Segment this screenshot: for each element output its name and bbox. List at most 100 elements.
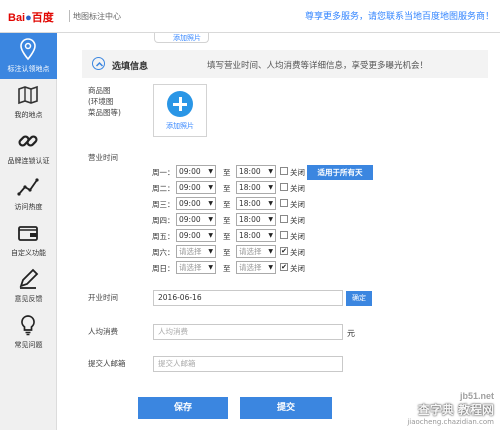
watermark: jb51.net 查字典 教程网 jiaocheng.chazidian.com bbox=[407, 391, 494, 426]
closed-label: 关闭 bbox=[290, 200, 305, 209]
sidebar-item-my-places[interactable]: 我的地点 bbox=[0, 79, 57, 125]
photo-label-line1: 商品图 bbox=[88, 86, 111, 95]
end-time-select[interactable]: 18:00 ▼ bbox=[236, 181, 276, 194]
line-chart-icon bbox=[17, 178, 39, 196]
day-label: 周二： bbox=[152, 184, 175, 193]
end-time-value: 18:00 bbox=[239, 167, 261, 176]
watermark-line2: 查字典 教程网 bbox=[417, 403, 494, 417]
hours-row: 周六： 请选择 ▼ 至请选择 ▼ ✔ 关闭 bbox=[64, 245, 500, 259]
hours-row: 周五： 09:00 ▼ 至 18:00 ▼ 关闭 bbox=[64, 229, 500, 243]
to-label: 至 bbox=[223, 168, 231, 177]
submit-button[interactable]: 提交 bbox=[240, 397, 332, 419]
closed-checkbox[interactable] bbox=[280, 167, 288, 175]
end-time-select[interactable]: 请选择 ▼ bbox=[236, 245, 276, 258]
start-time-select[interactable]: 09:00 ▼ bbox=[176, 165, 216, 178]
closed-checkbox[interactable] bbox=[280, 231, 288, 239]
day-label: 周一： bbox=[152, 168, 175, 177]
email-input[interactable]: 提交人邮箱 bbox=[153, 356, 343, 372]
sidebar-item-traffic[interactable]: 访问热度 bbox=[0, 171, 57, 217]
add-photo-partial-label: 添加照片 bbox=[173, 34, 201, 42]
start-time-value: 09:00 bbox=[179, 231, 201, 240]
start-time-value: 09:00 bbox=[179, 199, 201, 208]
dropdown-arrow-icon: ▼ bbox=[268, 200, 273, 207]
closed-checkbox[interactable]: ✔ bbox=[280, 247, 288, 255]
dropdown-arrow-icon: ▼ bbox=[208, 248, 213, 255]
start-time-value: 09:00 bbox=[179, 183, 201, 192]
start-time-value: 09:00 bbox=[179, 215, 201, 224]
closed-checkbox[interactable] bbox=[280, 183, 288, 191]
avg-spend-input[interactable]: 人均消费 bbox=[153, 324, 343, 340]
start-time-select[interactable]: 请选择 ▼ bbox=[176, 261, 216, 274]
sidebar-item-claim-place[interactable]: 标注认领地点 bbox=[0, 33, 57, 79]
end-time-value: 请选择 bbox=[239, 263, 262, 272]
sidebar-item-custom[interactable]: 自定义功能 bbox=[0, 217, 57, 263]
hours-label: 营业时间 bbox=[88, 153, 118, 162]
opening-date-input[interactable]: 2016-06-16 bbox=[153, 290, 343, 306]
closed-label: 关闭 bbox=[290, 168, 305, 177]
end-time-select[interactable]: 18:00 ▼ bbox=[236, 197, 276, 210]
end-time-select[interactable]: 18:00 ▼ bbox=[236, 213, 276, 226]
end-time-value: 18:00 bbox=[239, 183, 261, 192]
start-time-select[interactable]: 09:00 ▼ bbox=[176, 181, 216, 194]
apply-all-days-button[interactable]: 适用于所有天 bbox=[307, 165, 373, 180]
opening-date-label: 开业时间 bbox=[88, 293, 118, 302]
pencil-icon bbox=[19, 268, 39, 289]
to-label: 至 bbox=[223, 232, 231, 241]
section-title: 选填信息 bbox=[112, 62, 149, 72]
day-label: 周日： bbox=[152, 264, 175, 273]
wallet-icon bbox=[18, 226, 38, 241]
closed-checkbox[interactable]: ✔ bbox=[280, 263, 288, 271]
photo-label-line2: (环境图 bbox=[88, 97, 114, 106]
hours-row: 周一： 09:00 ▼ 至 18:00 ▼ 关闭 bbox=[64, 165, 500, 179]
start-time-select[interactable]: 09:00 ▼ bbox=[176, 197, 216, 210]
photo-label: 商品图 (环境图 菜品图等) bbox=[88, 85, 121, 118]
end-time-value: 18:00 bbox=[239, 231, 261, 240]
dropdown-arrow-icon: ▼ bbox=[268, 264, 273, 271]
hours-row: 周四： 09:00 ▼ 至 18:00 ▼ 关闭 bbox=[64, 213, 500, 227]
sidebar-item-label: 意见反馈 bbox=[14, 295, 43, 303]
optional-info-header[interactable]: 选填信息 填写营业时间、人均消费等详细信息，享受更多曝光机会！ bbox=[82, 50, 488, 78]
save-button[interactable]: 保存 bbox=[138, 397, 228, 419]
start-time-value: 请选择 bbox=[179, 247, 202, 256]
sidebar-item-faq[interactable]: 常见问题 bbox=[0, 309, 57, 355]
end-time-value: 请选择 bbox=[239, 247, 262, 256]
promo-text[interactable]: 尊享更多服务，请您联系当地百度地图服务商！ bbox=[305, 9, 494, 22]
closed-label: 关闭 bbox=[290, 216, 305, 225]
plus-icon bbox=[167, 91, 193, 117]
closed-checkbox[interactable] bbox=[280, 215, 288, 223]
photo-label-line3: 菜品图等) bbox=[88, 108, 121, 117]
start-time-select[interactable]: 09:00 ▼ bbox=[176, 213, 216, 226]
day-label: 周五： bbox=[152, 232, 175, 241]
sidebar-item-feedback[interactable]: 意见反馈 bbox=[0, 263, 57, 309]
date-confirm-button[interactable]: 确定 bbox=[346, 291, 372, 306]
collapse-toggle[interactable] bbox=[92, 57, 105, 70]
closed-label: 关闭 bbox=[290, 232, 305, 241]
sidebar-item-label: 访问热度 bbox=[14, 203, 43, 211]
dropdown-arrow-icon: ▼ bbox=[208, 264, 213, 271]
to-label: 至 bbox=[223, 248, 231, 257]
add-photo-button[interactable]: 添加照片 bbox=[153, 84, 207, 137]
start-time-select[interactable]: 请选择 ▼ bbox=[176, 245, 216, 258]
dropdown-arrow-icon: ▼ bbox=[208, 168, 213, 175]
baidu-logo[interactable]: Bai●百度 bbox=[8, 9, 54, 25]
dropdown-arrow-icon: ▼ bbox=[208, 216, 213, 223]
closed-checkbox[interactable] bbox=[280, 199, 288, 207]
start-time-select[interactable]: 09:00 ▼ bbox=[176, 229, 216, 242]
currency-unit: 元 bbox=[347, 329, 355, 338]
dropdown-arrow-icon: ▼ bbox=[268, 216, 273, 223]
dropdown-arrow-icon: ▼ bbox=[208, 232, 213, 239]
sidebar-item-brand-chain[interactable]: 品牌连锁认证 bbox=[0, 125, 57, 171]
dropdown-arrow-icon: ▼ bbox=[268, 232, 273, 239]
dropdown-arrow-icon: ▼ bbox=[268, 248, 273, 255]
sidebar-item-label: 常见问题 bbox=[14, 341, 43, 349]
email-label: 提交人邮箱 bbox=[88, 359, 126, 368]
end-time-select[interactable]: 18:00 ▼ bbox=[236, 165, 276, 178]
end-time-select[interactable]: 请选择 ▼ bbox=[236, 261, 276, 274]
logo-text-latin: Bai bbox=[8, 12, 26, 24]
start-time-value: 请选择 bbox=[179, 263, 202, 272]
end-time-select[interactable]: 18:00 ▼ bbox=[236, 229, 276, 242]
lightbulb-icon bbox=[21, 315, 35, 336]
logo-text-cn: 百度 bbox=[31, 12, 54, 24]
dropdown-arrow-icon: ▼ bbox=[268, 184, 273, 191]
sidebar-item-label: 自定义功能 bbox=[11, 249, 46, 257]
